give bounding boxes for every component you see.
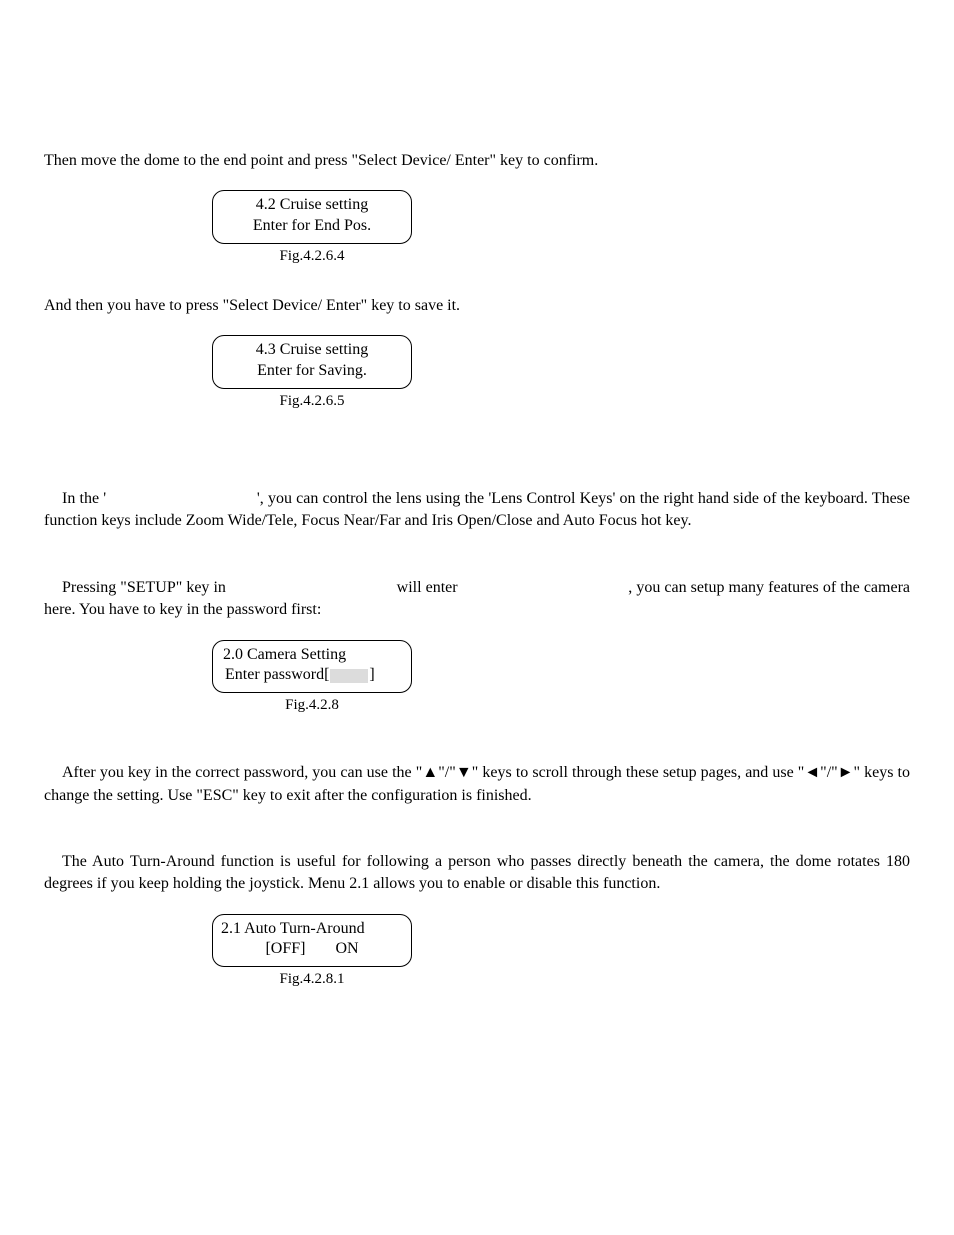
option-off[interactable]: [OFF] <box>265 939 305 960</box>
lcd-box: 2.0 Camera Setting Enter password[] <box>212 640 412 694</box>
lcd-figure-4281: 2.1 Auto Turn-Around [OFF] ON Fig.4.2.8.… <box>212 914 412 991</box>
blank-gap <box>230 579 393 596</box>
paragraph-intro-1: Then move the dome to the end point and … <box>44 150 910 172</box>
figure-caption: Fig.4.2.8 <box>212 695 412 716</box>
lcd-line-1: 2.0 Camera Setting <box>221 645 403 666</box>
lcd-line-1: 4.3 Cruise setting <box>221 340 403 361</box>
lcd-line-2: Enter password[] <box>221 665 403 686</box>
password-label: Enter password[ <box>225 666 329 683</box>
figure-caption: Fig.4.2.8.1 <box>212 969 412 990</box>
text-fragment: will enter <box>393 579 462 596</box>
text-fragment: Pressing "SETUP" key in <box>62 579 230 596</box>
lcd-options-row: [OFF] ON <box>221 939 403 960</box>
password-input-box[interactable] <box>330 669 368 683</box>
lcd-line-2: Enter for Saving. <box>221 361 403 382</box>
paragraph-intro-2: And then you have to press "Select Devic… <box>44 295 910 317</box>
lcd-line-1: 2.1 Auto Turn-Around <box>221 919 403 940</box>
lcd-box: 4.3 Cruise setting Enter for Saving. <box>212 335 412 389</box>
lcd-box: 4.2 Cruise setting Enter for End Pos. <box>212 190 412 244</box>
lcd-box: 2.1 Auto Turn-Around [OFF] ON <box>212 914 412 968</box>
blank-gap <box>106 490 257 507</box>
option-on[interactable]: ON <box>335 939 358 960</box>
paragraph-auto-turn: The Auto Turn-Around function is useful … <box>44 851 910 896</box>
blank-gap <box>462 579 629 596</box>
lcd-figure-4265: 4.3 Cruise setting Enter for Saving. Fig… <box>212 335 412 412</box>
lcd-line-2: Enter for End Pos. <box>221 216 403 237</box>
lcd-line-1: 4.2 Cruise setting <box>221 195 403 216</box>
figure-caption: Fig.4.2.6.4 <box>212 246 412 267</box>
lcd-figure-4264: 4.2 Cruise setting Enter for End Pos. Fi… <box>212 190 412 267</box>
figure-caption: Fig.4.2.6.5 <box>212 391 412 412</box>
lcd-figure-428: 2.0 Camera Setting Enter password[] Fig.… <box>212 640 412 717</box>
paragraph-setup-key: Pressing "SETUP" key in will enter , you… <box>44 577 910 622</box>
paragraph-arrow-keys: After you key in the correct password, y… <box>44 762 910 807</box>
paragraph-lens-control: In the ' ', you can control the lens usi… <box>44 488 910 533</box>
password-bracket-close: ] <box>369 666 374 683</box>
text-fragment: In the ' <box>62 490 106 507</box>
